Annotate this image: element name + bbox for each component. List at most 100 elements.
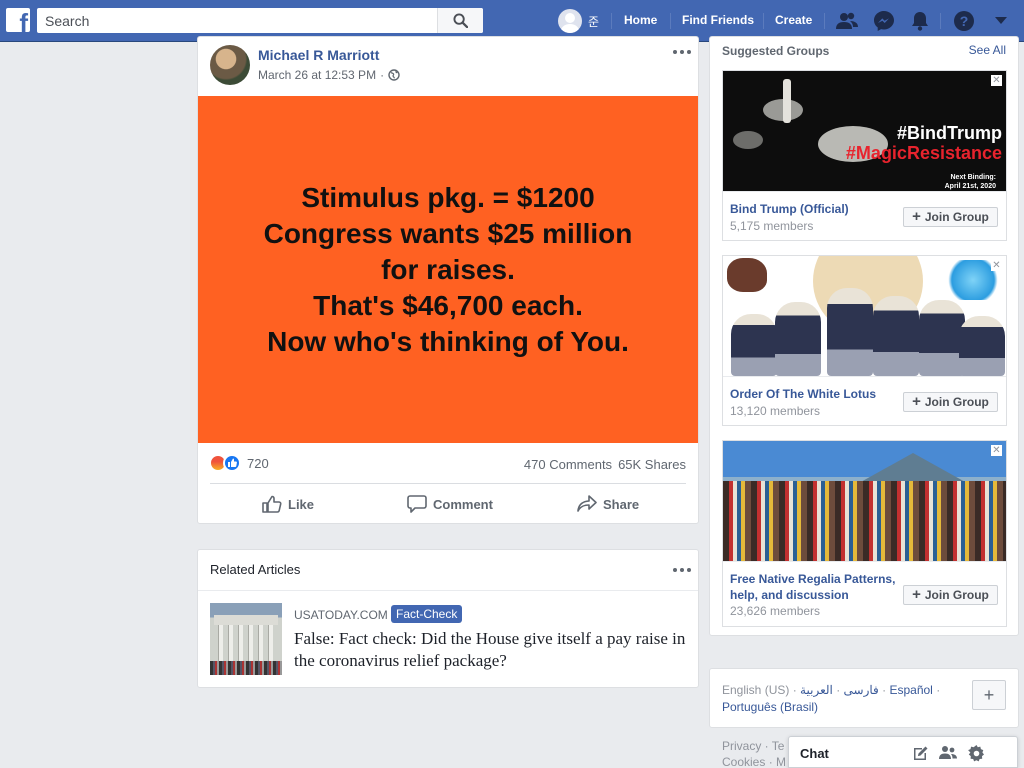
comment-button[interactable]: Comment	[407, 495, 493, 513]
add-language-button[interactable]: +	[972, 680, 1006, 710]
post-author[interactable]: Michael R Marriott	[258, 47, 379, 63]
group-card: #BindTrump #MagicResistance Next Binding…	[722, 70, 1007, 241]
plus-icon: +	[912, 208, 921, 225]
footer-links: Privacy · Te Cookies · M	[722, 738, 786, 768]
nav-divider	[940, 13, 941, 29]
language-link[interactable]: Português (Brasil)	[722, 700, 818, 714]
search-icon	[453, 13, 468, 28]
reactions-summary[interactable]: 720	[209, 454, 269, 472]
post-options-more-icon[interactable]	[673, 50, 691, 54]
footer-link-line[interactable]: Cookies · M	[722, 754, 786, 768]
join-group-button[interactable]: + Join Group	[903, 207, 998, 227]
image-text-line: Now who's thinking of You.	[267, 325, 629, 357]
find-friends-link[interactable]: Find Friends	[682, 13, 754, 27]
chat-label: Chat	[800, 746, 829, 761]
image-text-line: That's $46,700 each.	[313, 289, 583, 321]
post-meta: March 26 at 12:53 PM ·	[258, 68, 400, 82]
dismiss-close-icon[interactable]: ✕	[991, 75, 1002, 86]
suggested-groups-panel: Suggested Groups See All #BindTrump #Mag…	[709, 36, 1019, 636]
comment-icon	[407, 495, 427, 513]
article-thumbnail[interactable]	[210, 603, 282, 675]
group-members: 5,175 members	[730, 219, 814, 233]
image-text: #MagicResistance	[845, 143, 1002, 163]
nav-divider	[763, 13, 764, 29]
join-group-button[interactable]: + Join Group	[903, 585, 998, 605]
post-card: Michael R Marriott March 26 at 12:53 PM …	[197, 36, 699, 524]
group-name-link[interactable]: Bind Trump (Official)	[730, 201, 849, 217]
group-cover-image[interactable]: #BindTrump #MagicResistance Next Binding…	[723, 71, 1006, 192]
reaction-count: 720	[247, 455, 269, 471]
account-menu-chevron-down-icon[interactable]	[990, 10, 1012, 32]
dismiss-close-icon[interactable]: ✕	[991, 260, 1002, 271]
language-link[interactable]: فارسی	[844, 683, 879, 697]
facebook-logo[interactable]: f	[6, 8, 30, 32]
group-members: 13,120 members	[730, 404, 821, 418]
thumbs-up-icon	[262, 495, 282, 513]
plus-icon: +	[912, 586, 921, 603]
image-text: Next Binding:	[950, 174, 997, 181]
shares-count-link[interactable]: 65K Shares	[618, 457, 686, 472]
avatar	[558, 9, 582, 33]
chat-settings-gear-icon[interactable]	[967, 744, 985, 762]
language-list: English (US) · فارسی · العربية · Español…	[722, 683, 941, 714]
group-cover-image[interactable]: ✕	[723, 441, 1006, 562]
share-arrow-icon	[577, 495, 597, 512]
article-headline-link[interactable]: False: Fact check: Did the House give it…	[294, 628, 689, 672]
new-message-compose-icon[interactable]	[911, 744, 929, 762]
svg-text:?: ?	[960, 13, 969, 29]
share-button[interactable]: Share	[577, 495, 639, 513]
divider	[210, 483, 686, 484]
post-timestamp[interactable]: March 26 at 12:53 PM	[258, 68, 376, 82]
nav-divider	[824, 13, 825, 29]
language-link[interactable]: Español	[889, 683, 932, 697]
create-link[interactable]: Create	[775, 13, 812, 27]
search-box	[37, 8, 483, 33]
fact-check-badge: Fact-Check	[391, 605, 463, 623]
comments-count-link[interactable]: 470 Comments	[524, 457, 612, 472]
notifications-bell-icon[interactable]	[909, 10, 931, 32]
globe-icon[interactable]	[388, 69, 400, 81]
friend-requests-icon[interactable]	[836, 10, 858, 32]
profile-link[interactable]: 준	[558, 9, 599, 33]
meta-separator: ·	[380, 68, 385, 82]
home-link[interactable]: Home	[624, 13, 657, 27]
dismiss-close-icon[interactable]: ✕	[991, 445, 1002, 456]
messenger-icon[interactable]	[873, 10, 895, 32]
image-text-line: Congress wants $25 million	[263, 217, 633, 249]
related-articles-card: Related Articles USATODAY.COM Fact-Check…	[197, 549, 699, 688]
image-text: #BindTrump	[896, 123, 1002, 143]
chat-bar[interactable]: Chat	[788, 736, 1018, 768]
image-text: April 21st, 2020	[944, 183, 996, 190]
profile-name: 준	[588, 14, 600, 29]
join-group-button[interactable]: + Join Group	[903, 392, 998, 412]
author-avatar[interactable]	[210, 45, 250, 85]
like-button[interactable]: Like	[262, 495, 314, 513]
language-link[interactable]: العربية	[800, 683, 833, 697]
plus-icon: +	[912, 393, 921, 410]
search-input[interactable]	[37, 8, 437, 33]
related-options-more-icon[interactable]	[673, 568, 691, 572]
new-group-people-icon[interactable]	[939, 744, 957, 762]
group-members: 23,626 members	[730, 604, 821, 618]
group-name-link[interactable]: Free Native Regalia Patterns, help, and …	[730, 571, 905, 603]
language-selector: English (US) · فارسی · العربية · Español…	[709, 668, 1019, 728]
like-reaction-icon	[223, 454, 241, 472]
help-icon[interactable]: ?	[953, 10, 975, 32]
search-button[interactable]	[437, 8, 483, 33]
group-name-link[interactable]: Order Of The White Lotus	[730, 386, 876, 402]
image-text-line: Stimulus pkg. = $1200	[301, 181, 595, 213]
post-stats: 470 Comments 65K Shares	[524, 457, 686, 472]
group-card: ✕ Order Of The White Lotus 13,120 member…	[722, 255, 1007, 426]
see-all-link[interactable]: See All	[969, 43, 1006, 57]
group-cover-image[interactable]: ✕	[723, 256, 1006, 377]
footer-link-line[interactable]: Privacy · Te	[722, 738, 786, 754]
suggested-groups-title: Suggested Groups	[722, 44, 830, 58]
nav-divider	[611, 13, 612, 29]
like-label: Like	[288, 496, 315, 512]
comment-label: Comment	[433, 496, 493, 512]
share-label: Share	[603, 496, 640, 512]
post-image[interactable]: Stimulus pkg. = $1200 Congress wants $25…	[198, 96, 698, 443]
related-articles-title: Related Articles	[210, 562, 301, 577]
current-language: English (US)	[722, 683, 790, 697]
image-text-line: for raises.	[381, 253, 515, 285]
